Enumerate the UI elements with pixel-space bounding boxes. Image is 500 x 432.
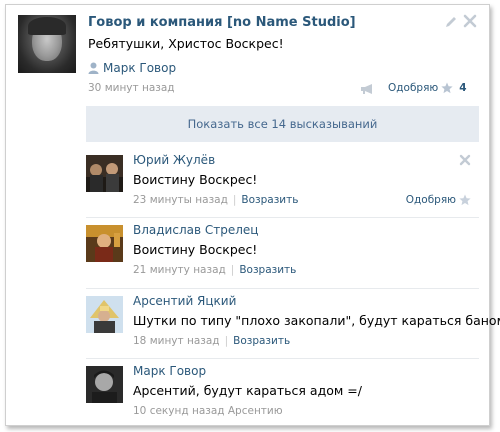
comment-text: Шутки по типу "плохо закопали", будут ка…	[133, 313, 500, 328]
post-time[interactable]: 30 минут назад	[88, 82, 175, 94]
star-icon	[459, 194, 471, 206]
edit-icon[interactable]	[444, 15, 458, 29]
separator: |	[224, 335, 229, 347]
star-icon	[441, 82, 453, 94]
comment-text: Воистину Воскрес!	[133, 242, 258, 257]
separator: |	[230, 264, 235, 276]
comment-text: Арсентий, будут караться адом =/	[133, 383, 362, 398]
comment-item: Владислав Стрелец Воистину Воскрес! 21 м…	[86, 217, 479, 289]
comment-avatar[interactable]	[86, 155, 123, 192]
comment-like-button[interactable]: Одобряю	[406, 194, 471, 206]
comment-meta: 23 минуты назад | Возразить	[133, 194, 298, 206]
comment-author-link[interactable]: Марк Говор	[133, 364, 206, 378]
post-text: Ребятушки, Христос Воскрес!	[88, 36, 284, 51]
comment-avatar[interactable]	[86, 366, 123, 403]
megaphone-icon[interactable]	[360, 83, 374, 95]
comment-author-link[interactable]: Юрий Жулёв	[133, 153, 215, 167]
like-label: Одобряю	[405, 194, 456, 206]
reply-link[interactable]: Возразить	[241, 194, 298, 206]
close-icon[interactable]	[459, 154, 471, 166]
comment-time[interactable]: 18 минут назад	[133, 335, 220, 347]
comment-time[interactable]: 21 минуту назад	[133, 264, 226, 276]
comment-item: Марк Говор Арсентий, будут караться адом…	[86, 358, 479, 425]
close-icon[interactable]	[463, 14, 477, 28]
signer-name: Марк Говор	[103, 61, 177, 75]
comment-item: Юрий Жулёв Воистину Воскрес! 23 минуты н…	[86, 148, 479, 218]
avatar-hair	[28, 17, 66, 35]
comment-item: Арсентий Яцкий Шутки по типу "плохо зако…	[86, 288, 500, 359]
comment-meta: 10 секунд назад Арсентию	[133, 405, 283, 417]
reply-link[interactable]: Возразить	[239, 264, 296, 276]
comment-avatar[interactable]	[86, 225, 123, 262]
like-label: Одобряю	[388, 82, 439, 94]
post-card: Говор и компания [no Name Studio] Ребяту…	[5, 4, 500, 426]
comment-avatar[interactable]	[86, 296, 123, 333]
like-count: 4	[459, 82, 467, 94]
post-avatar[interactable]	[18, 15, 76, 73]
show-all-comments-button[interactable]: Показать все 14 высказываний	[86, 106, 479, 142]
comment-author-link[interactable]: Владислав Стрелец	[133, 223, 258, 237]
comment-meta: 18 минут назад | Возразить	[133, 335, 290, 347]
comment-time[interactable]: 23 минуты назад	[133, 194, 228, 206]
post-signer[interactable]: Марк Говор	[88, 61, 176, 75]
user-icon	[88, 62, 99, 74]
separator: |	[232, 194, 237, 206]
reply-link[interactable]: Возразить	[233, 335, 290, 347]
comment-meta: 21 минуту назад | Возразить	[133, 264, 296, 276]
comment-text: Воистину Воскрес!	[133, 172, 258, 187]
comment-time[interactable]: 10 секунд назад Арсентию	[133, 405, 283, 417]
post-author-link[interactable]: Говор и компания [no Name Studio]	[88, 15, 356, 30]
comment-author-link[interactable]: Арсентий Яцкий	[133, 294, 236, 308]
post-like-button[interactable]: Одобряю 4	[388, 82, 467, 94]
